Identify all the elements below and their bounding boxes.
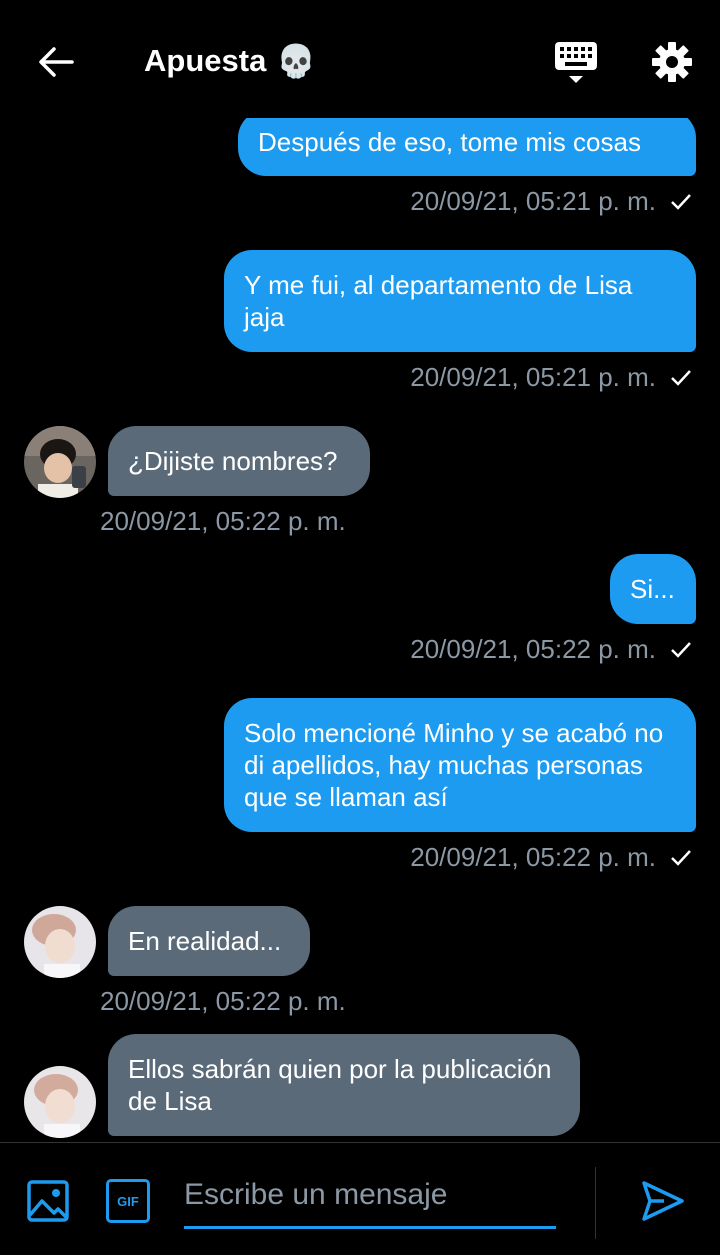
message-text: Si... xyxy=(630,574,675,604)
message-timestamp: 20/09/21, 05:22 p. m. xyxy=(410,634,692,665)
gif-button[interactable]: GIF xyxy=(106,1179,150,1223)
avatar[interactable] xyxy=(24,426,96,498)
message-input[interactable] xyxy=(184,1163,556,1229)
send-icon xyxy=(642,1181,684,1221)
read-check-icon xyxy=(671,193,691,210)
gif-icon: GIF xyxy=(117,1193,139,1209)
message-timestamp: 20/09/21, 05:22 p. m. xyxy=(100,986,346,1017)
message-bubble-outgoing[interactable]: Si... xyxy=(610,554,696,624)
gear-icon xyxy=(652,42,692,82)
message-text: ¿Dijiste nombres? xyxy=(128,446,338,476)
message-text: Ellos sabrán quien por la publicación de… xyxy=(128,1054,552,1116)
timestamp-text: 20/09/21, 05:22 p. m. xyxy=(100,506,346,536)
chat-header: Apuesta 💀 xyxy=(0,0,720,118)
message-bubble-incoming[interactable]: ¿Dijiste nombres? xyxy=(108,426,370,496)
message-bubble-outgoing[interactable]: Después de eso, tome mis cosas xyxy=(238,110,696,176)
timestamp-text: 20/09/21, 05:22 p. m. xyxy=(410,634,656,664)
message-timestamp: 20/09/21, 05:22 p. m. xyxy=(410,842,692,873)
send-button[interactable] xyxy=(640,1179,686,1223)
message-composer: GIF xyxy=(0,1142,720,1255)
composer-divider xyxy=(595,1167,596,1239)
message-text: En realidad... xyxy=(128,926,282,956)
back-button[interactable] xyxy=(34,40,78,84)
page-title: Apuesta 💀 xyxy=(144,42,316,80)
message-text: Y me fui, al departamento de Lisa jaja xyxy=(244,270,633,332)
message-list[interactable]: Después de eso, tome mis cosas 20/09/21,… xyxy=(0,0,720,1140)
settings-button[interactable] xyxy=(650,40,694,84)
message-timestamp: 20/09/21, 05:22 p. m. xyxy=(100,506,346,537)
avatar[interactable] xyxy=(24,1066,96,1138)
keyboard-toggle-button[interactable] xyxy=(552,40,600,86)
message-timestamp: 20/09/21, 05:21 p. m. xyxy=(410,186,692,217)
add-image-button[interactable] xyxy=(26,1179,70,1223)
timestamp-text: 20/09/21, 05:21 p. m. xyxy=(410,362,656,392)
message-text: Solo mencioné Minho y se acabó no di ape… xyxy=(244,718,664,812)
keyboard-icon xyxy=(555,42,597,83)
message-timestamp: 20/09/21, 05:21 p. m. xyxy=(410,362,692,393)
chat-title-text: Apuesta xyxy=(144,43,267,78)
image-icon xyxy=(27,1180,69,1222)
skull-icon: 💀 xyxy=(276,43,317,79)
read-check-icon xyxy=(671,369,691,386)
timestamp-text: 20/09/21, 05:22 p. m. xyxy=(410,842,656,872)
timestamp-text: 20/09/21, 05:22 p. m. xyxy=(100,986,346,1016)
read-check-icon xyxy=(671,641,691,658)
message-bubble-outgoing[interactable]: Solo mencioné Minho y se acabó no di ape… xyxy=(224,698,696,832)
back-arrow-icon xyxy=(39,47,74,77)
read-check-icon xyxy=(671,849,691,866)
message-bubble-incoming[interactable]: Ellos sabrán quien por la publicación de… xyxy=(108,1034,580,1136)
message-bubble-outgoing[interactable]: Y me fui, al departamento de Lisa jaja xyxy=(224,250,696,352)
message-bubble-incoming[interactable]: En realidad... xyxy=(108,906,310,976)
avatar[interactable] xyxy=(24,906,96,978)
timestamp-text: 20/09/21, 05:21 p. m. xyxy=(410,186,656,216)
message-text: Después de eso, tome mis cosas xyxy=(258,127,641,157)
